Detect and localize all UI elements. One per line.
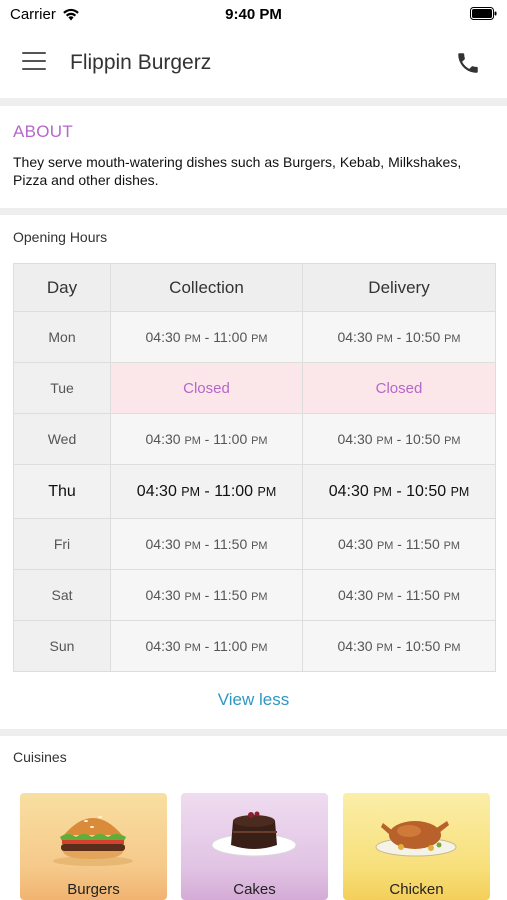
cuisine-card-cakes[interactable]: Cakes [181,793,328,900]
table-row: Mon 04:30 PM - 11:00 PM 04:30 PM - 10:50 P… [13,311,496,363]
status-time: 9:40 PM [225,6,282,23]
column-header-day: Day [13,263,111,312]
table-row: Thu 04:30 PM - 11:00 PM 04:30 PM - 10:50 P… [13,464,496,519]
day-cell: Sat [13,569,111,621]
table-row: Wed 04:30 PM - 11:00 PM 04:30 PM - 10:50 P… [13,413,496,465]
status-bar: Carrier 9:40 PM [0,0,507,28]
collection-hours-cell: 04:30 PM - 11:50 PM [110,569,303,621]
table-row: Sat 04:30 PM - 11:50 PM 04:30 PM - 11:50 P… [13,569,496,621]
collection-hours-cell: 04:30 PM - 11:00 PM [110,620,303,672]
burger-image [53,816,133,866]
app-header: Flippin Burgerz [0,28,507,98]
section-divider [0,208,507,215]
column-header-delivery: Delivery [302,263,496,312]
about-heading: ABOUT [13,122,74,141]
day-cell: Mon [13,311,111,363]
collection-hours-cell: 04:30 PM - 11:00 PM [110,413,303,465]
section-divider [0,729,507,736]
column-header-collection: Collection [110,263,303,312]
cuisine-name: Cakes [233,881,276,898]
delivery-hours-cell: 04:30 PM - 11:50 PM [302,569,496,621]
section-divider [0,98,507,106]
collection-hours-cell: Closed [110,362,303,414]
page-title: Flippin Burgerz [70,51,212,74]
cuisine-card-burgers[interactable]: Burgers [20,793,167,900]
table-header-row: Day Collection Delivery [13,263,496,312]
opening-hours-table: Day Collection Delivery Mon 04:30 PM - 11… [13,263,496,672]
collection-hours-cell: 04:30 PM - 11:00 PM [110,311,303,363]
day-cell: Thu [13,464,111,519]
table-row: Sun 04:30 PM - 11:00 PM 04:30 PM - 10:50 P… [13,620,496,672]
delivery-hours-cell: 04:30 PM - 10:50 PM [302,311,496,363]
collection-hours-cell: 04:30 PM - 11:00 PM [110,464,303,519]
about-description: They serve mouth-watering dishes such as… [13,154,462,188]
hamburger-menu-icon[interactable] [22,52,48,72]
collection-hours-cell: 04:30 PM - 11:50 PM [110,518,303,570]
table-row: Fri 04:30 PM - 11:50 PM 04:30 PM - 11:50 P… [13,518,496,570]
delivery-hours-cell: Closed [302,362,496,414]
day-cell: Fri [13,518,111,570]
day-cell: Wed [13,413,111,465]
delivery-hours-cell: 04:30 PM - 10:50 PM [302,464,496,519]
cake-image [211,811,297,857]
delivery-hours-cell: 04:30 PM - 10:50 PM [302,413,496,465]
day-cell: Sun [13,620,111,672]
view-less-link[interactable]: View less [0,690,507,710]
cuisine-name: Burgers [67,881,120,898]
delivery-hours-cell: 04:30 PM - 10:50 PM [302,620,496,672]
delivery-hours-cell: 04:30 PM - 11:50 PM [302,518,496,570]
opening-hours-heading: Opening Hours [13,229,108,245]
roast-chicken-image [375,821,457,857]
phone-icon[interactable] [455,50,481,76]
cuisines-heading: Cuisines [13,749,67,765]
battery-icon [470,7,497,20]
table-row: Tue Closed Closed [13,362,496,414]
cuisine-card-chicken[interactable]: Chicken [343,793,490,900]
cuisine-name: Chicken [389,881,444,898]
day-cell: Tue [13,362,111,414]
